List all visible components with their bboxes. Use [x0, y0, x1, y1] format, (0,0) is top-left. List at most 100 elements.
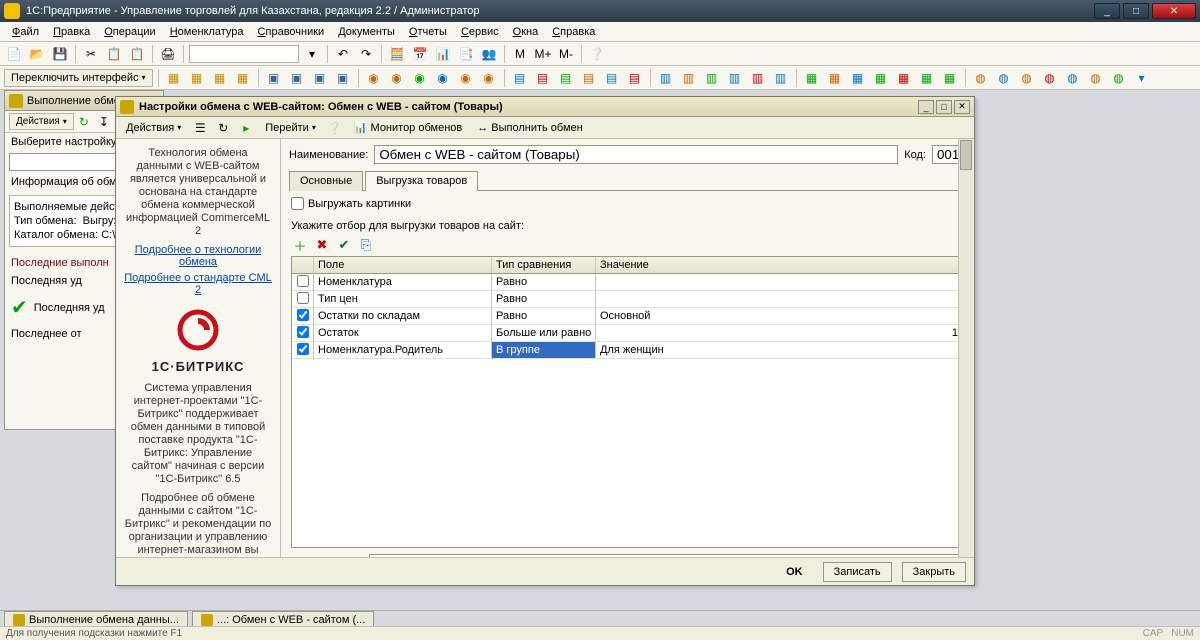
tb2-29-icon[interactable]: ▦: [848, 68, 868, 88]
mem-mplus[interactable]: M+: [533, 44, 553, 64]
cell-compare[interactable]: Равно: [492, 308, 596, 324]
run-exchange-button[interactable]: ↔ Выполнить обмен: [471, 119, 588, 137]
tb2-24-icon[interactable]: ▥: [725, 68, 745, 88]
row-checkbox[interactable]: [297, 326, 309, 338]
tb2-17-icon[interactable]: ▤: [556, 68, 576, 88]
calc-icon[interactable]: 🧮: [387, 44, 407, 64]
save-button[interactable]: Записать: [823, 562, 892, 582]
menu-file[interactable]: Файл: [6, 24, 45, 40]
cell-value[interactable]: 1: [596, 325, 963, 341]
tab-export[interactable]: Выгрузка товаров: [365, 171, 478, 191]
tb2-20-icon[interactable]: ▤: [625, 68, 645, 88]
cell-field[interactable]: Остаток: [314, 325, 492, 341]
minimize-button[interactable]: _: [1094, 3, 1120, 19]
mem-mminus[interactable]: M-: [556, 44, 576, 64]
dialog-minimize-button[interactable]: _: [918, 100, 934, 114]
tb2-9-icon[interactable]: ◉: [364, 68, 384, 88]
row-checkbox[interactable]: [297, 309, 309, 321]
cell-field[interactable]: Номенклатура: [314, 274, 492, 290]
cell-compare[interactable]: Равно: [492, 291, 596, 307]
menu-operations[interactable]: Операции: [98, 24, 161, 40]
cut-icon[interactable]: ✂: [81, 44, 101, 64]
cml-link[interactable]: Подробнее о стандарте CML 2: [124, 272, 272, 296]
tb2-35-icon[interactable]: ◍: [994, 68, 1014, 88]
tb2-19-icon[interactable]: ▤: [602, 68, 622, 88]
menu-references[interactable]: Справочники: [252, 24, 331, 40]
col-compare[interactable]: Тип сравнения: [492, 257, 596, 273]
row-checkbox[interactable]: [297, 343, 309, 355]
menu-windows[interactable]: Окна: [507, 24, 545, 40]
tb2-2-icon[interactable]: ▦: [187, 68, 207, 88]
export-images-checkbox[interactable]: [291, 197, 304, 210]
search-input[interactable]: [189, 45, 299, 63]
tb2-3-icon[interactable]: ▦: [210, 68, 230, 88]
menu-edit[interactable]: Правка: [47, 24, 96, 40]
tb2-23-icon[interactable]: ▥: [702, 68, 722, 88]
grid-empty-area[interactable]: [292, 359, 963, 547]
tb2-37-icon[interactable]: ◍: [1040, 68, 1060, 88]
menu-help[interactable]: Справка: [546, 24, 601, 40]
cell-compare[interactable]: В группе: [492, 342, 596, 358]
tb2-7-icon[interactable]: ▣: [310, 68, 330, 88]
cell-field[interactable]: Остатки по складам: [314, 308, 492, 324]
tb2-13-icon[interactable]: ◉: [456, 68, 476, 88]
help-icon[interactable]: ❔: [587, 44, 607, 64]
tb2-31-icon[interactable]: ▦: [894, 68, 914, 88]
cell-compare[interactable]: Больше или равно: [492, 325, 596, 341]
save-icon[interactable]: 💾: [50, 44, 70, 64]
tb2-27-icon[interactable]: ▦: [802, 68, 822, 88]
tb2-34-icon[interactable]: ◍: [971, 68, 991, 88]
table-row[interactable]: ОстатокБольше или равно1: [292, 325, 963, 342]
tb2-25-icon[interactable]: ▥: [748, 68, 768, 88]
tb2-4-icon[interactable]: ▦: [233, 68, 253, 88]
open-icon[interactable]: 📂: [27, 44, 47, 64]
dialog-actions-button[interactable]: Действия▾: [120, 119, 187, 137]
name-input[interactable]: [374, 145, 898, 164]
tool3-icon[interactable]: 👥: [479, 44, 499, 64]
tool1-icon[interactable]: 📊: [433, 44, 453, 64]
print-icon[interactable]: 🖨: [158, 44, 178, 64]
redo-icon[interactable]: ↷: [356, 44, 376, 64]
filter-grid[interactable]: Поле Тип сравнения Значение Номенклатура…: [291, 256, 964, 548]
table-row[interactable]: Номенклатура.РодительВ группеДля женщин: [292, 342, 963, 359]
new-icon[interactable]: 📄: [4, 44, 24, 64]
dialog-maximize-button[interactable]: □: [936, 100, 952, 114]
goto-button[interactable]: Перейти▾: [259, 119, 322, 137]
switch-interface-button[interactable]: Переключить интерфейс ▾: [4, 69, 153, 87]
table-row[interactable]: НоменклатураРавно: [292, 274, 963, 291]
tb2-10-icon[interactable]: ◉: [387, 68, 407, 88]
monitor-button[interactable]: 📊 Монитор обменов: [348, 119, 468, 137]
row-checkbox[interactable]: [297, 275, 309, 287]
dlg-tb-2-icon[interactable]: ↻: [213, 118, 233, 138]
tb2-15-icon[interactable]: ▤: [510, 68, 530, 88]
menu-reports[interactable]: Отчеты: [403, 24, 453, 40]
tb2-39-icon[interactable]: ◍: [1086, 68, 1106, 88]
cell-compare[interactable]: Равно: [492, 274, 596, 290]
cell-value[interactable]: Для женщин: [596, 342, 963, 358]
col-value[interactable]: Значение: [596, 257, 963, 273]
menu-nomenclature[interactable]: Номенклатура: [164, 24, 250, 40]
tb2-40-icon[interactable]: ◍: [1109, 68, 1129, 88]
undo-icon[interactable]: ↶: [333, 44, 353, 64]
table-row[interactable]: Остатки по складамРавноОсновной: [292, 308, 963, 325]
tb2-26-icon[interactable]: ▥: [771, 68, 791, 88]
tb2-28-icon[interactable]: ▦: [825, 68, 845, 88]
tech-link[interactable]: Подробнее о технологии обмена: [124, 244, 272, 268]
tb2-30-icon[interactable]: ▦: [871, 68, 891, 88]
tb2-14-icon[interactable]: ◉: [479, 68, 499, 88]
tb2-6-icon[interactable]: ▣: [287, 68, 307, 88]
maximize-button[interactable]: □: [1123, 3, 1149, 19]
tb2-12-icon[interactable]: ◉: [433, 68, 453, 88]
tb2-22-icon[interactable]: ▥: [679, 68, 699, 88]
calendar-icon[interactable]: 📅: [410, 44, 430, 64]
refresh-icon[interactable]: ↻: [74, 112, 94, 132]
tb2-16-icon[interactable]: ▤: [533, 68, 553, 88]
cell-field[interactable]: Номенклатура.Родитель: [314, 342, 492, 358]
dlg-help-icon[interactable]: ❔: [325, 118, 345, 138]
copy-icon[interactable]: 📋: [104, 44, 124, 64]
paste-icon[interactable]: 📋: [127, 44, 147, 64]
tb2-38-icon[interactable]: ◍: [1063, 68, 1083, 88]
export-icon[interactable]: ↧: [94, 112, 114, 132]
actions-button[interactable]: Действия▾: [9, 113, 74, 130]
add-row-icon[interactable]: ＋: [291, 236, 309, 254]
